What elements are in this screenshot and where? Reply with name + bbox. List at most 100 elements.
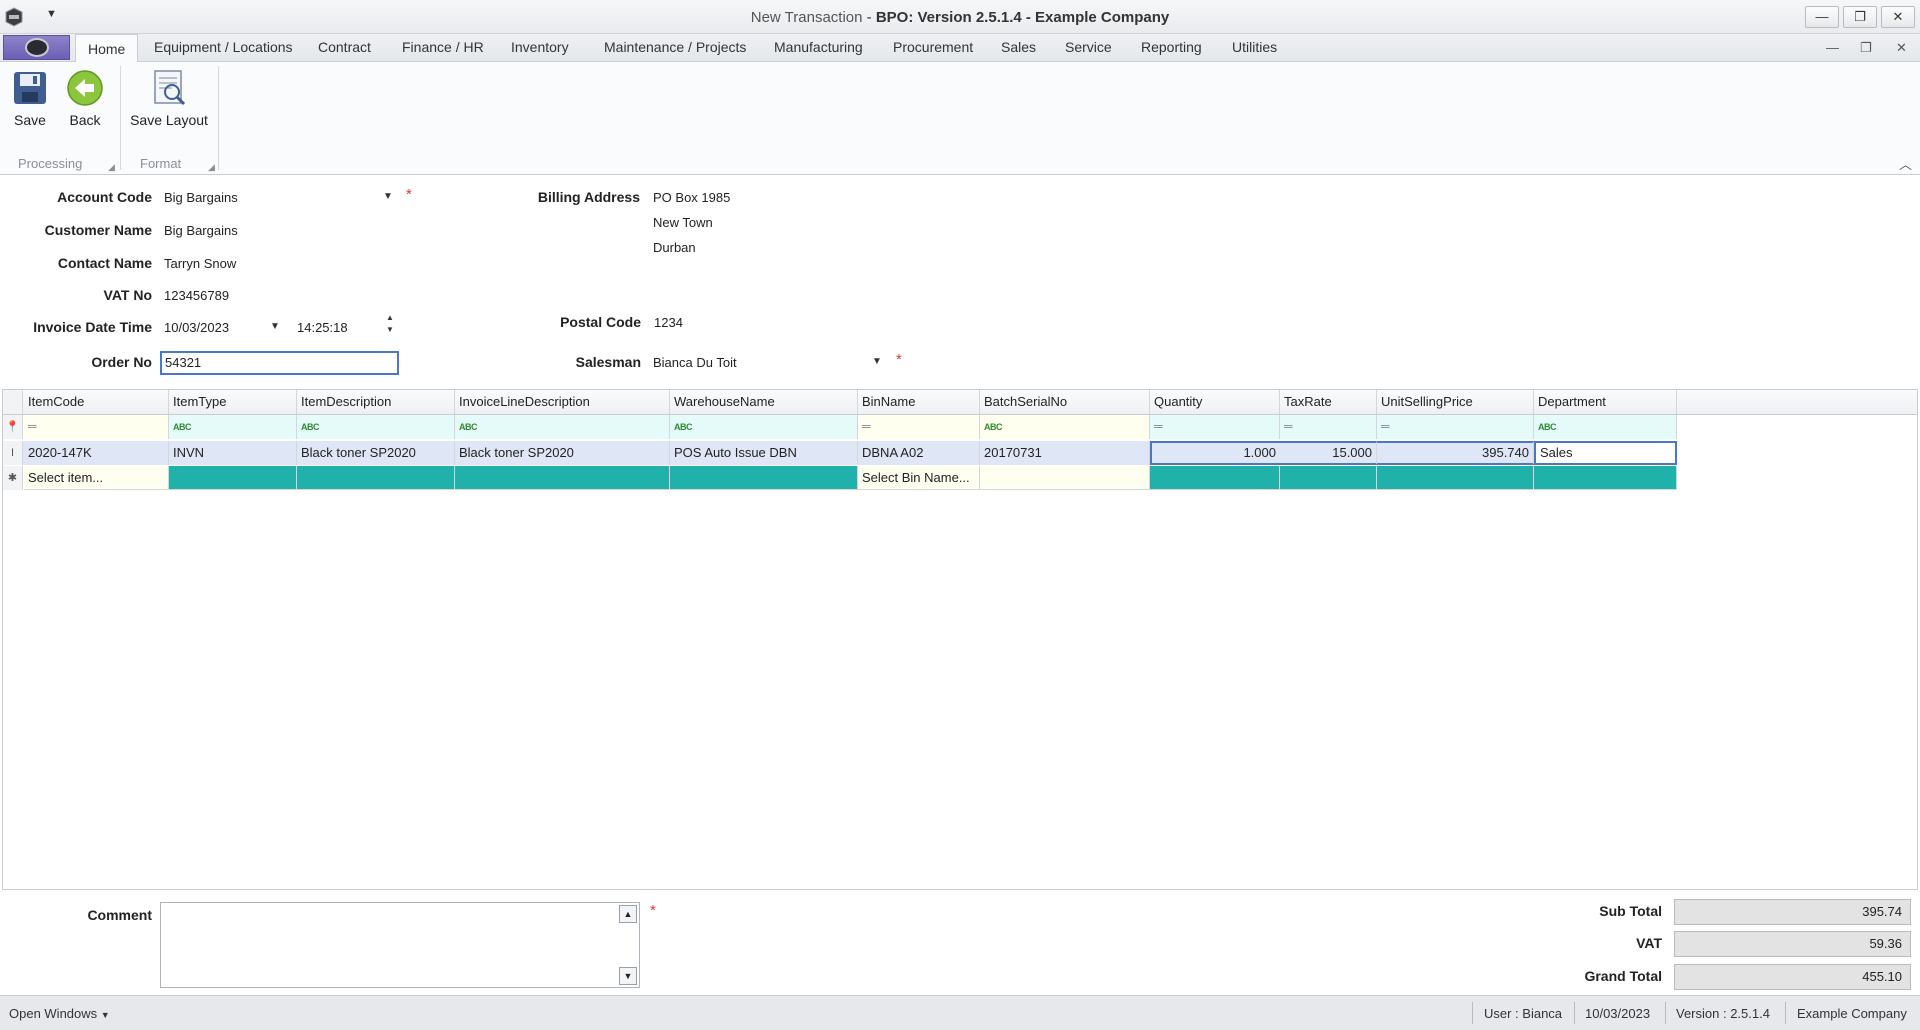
new-row-cell[interactable]: [169, 466, 297, 490]
cell-itemtype[interactable]: INVN: [169, 441, 297, 465]
open-windows-menu[interactable]: Open Windows ▼: [9, 1006, 110, 1021]
filter-cell[interactable]: ═: [1150, 415, 1280, 439]
filter-cell[interactable]: ═: [24, 415, 169, 439]
cell-itemdescription[interactable]: Black toner SP2020: [297, 441, 455, 465]
new-row-cell[interactable]: [980, 466, 1150, 490]
transaction-header-form: Account Code Big Bargains ▼ * Customer N…: [0, 176, 1920, 386]
table-row[interactable]: I 2020-147K INVN Black toner SP2020 Blac…: [3, 441, 1677, 465]
order-no-input[interactable]: 54321: [160, 351, 399, 375]
account-code-dropdown-icon[interactable]: ▼: [379, 187, 397, 207]
mdi-close-icon[interactable]: ✕: [1896, 40, 1907, 56]
tab-contract[interactable]: Contract: [318, 39, 371, 55]
cell-warehousename[interactable]: POS Auto Issue DBN: [670, 441, 858, 465]
sub-total-label: Sub Total: [1599, 903, 1662, 919]
new-item-row[interactable]: ✱ Select item... Select Bin Name...: [3, 466, 1677, 490]
column-header-binname[interactable]: BinName: [858, 390, 980, 414]
column-header-batchserialno[interactable]: BatchSerialNo: [980, 390, 1150, 414]
filter-cell[interactable]: ═: [1377, 415, 1534, 439]
invoice-lines-grid: ItemCode ItemType ItemDescription Invoic…: [2, 389, 1918, 890]
customer-name-value: Big Bargains: [164, 223, 238, 238]
open-windows-label: Open Windows: [9, 1006, 98, 1021]
column-header-itemtype[interactable]: ItemType: [169, 390, 297, 414]
mdi-minimize-icon[interactable]: —: [1826, 40, 1839, 55]
tab-reporting[interactable]: Reporting: [1141, 39, 1202, 55]
tab-sales[interactable]: Sales: [1001, 39, 1036, 55]
mdi-restore-icon[interactable]: ❐: [1860, 40, 1872, 56]
tab-equipment-locations[interactable]: Equipment / Locations: [154, 39, 293, 55]
billing-address-line2: New Town: [653, 215, 713, 230]
column-header-warehousename[interactable]: WarehouseName: [670, 390, 858, 414]
scroll-up-icon[interactable]: ▲: [619, 905, 637, 923]
ribbon-collapse-icon[interactable]: ︿: [1899, 154, 1912, 173]
new-row-cell[interactable]: [1280, 466, 1377, 490]
time-spin-up-icon[interactable]: ▲: [381, 312, 399, 324]
column-header-itemdescription[interactable]: ItemDescription: [297, 390, 455, 414]
filter-cell[interactable]: ═: [1280, 415, 1377, 439]
filter-cell[interactable]: ABC: [297, 415, 455, 439]
status-company: Example Company: [1797, 1006, 1907, 1021]
save-button[interactable]: Save: [10, 68, 50, 128]
processing-launcher-icon[interactable]: ◢: [108, 162, 115, 173]
column-header-department[interactable]: Department: [1534, 390, 1677, 414]
select-item-cell[interactable]: Select item...: [24, 466, 169, 490]
new-row-cell[interactable]: [1377, 466, 1534, 490]
new-row-cell[interactable]: [1150, 466, 1280, 490]
cell-binname[interactable]: DBNA A02: [858, 441, 980, 465]
new-row-cell[interactable]: [297, 466, 455, 490]
close-button[interactable]: ✕: [1881, 6, 1915, 28]
cell-department-editor[interactable]: Sales: [1534, 441, 1677, 465]
invoice-time-value[interactable]: 14:25:18: [297, 320, 348, 335]
minimize-button[interactable]: —: [1805, 6, 1839, 28]
filter-cell[interactable]: ABC: [169, 415, 297, 439]
column-header-itemcode[interactable]: ItemCode: [24, 390, 169, 414]
filter-cell[interactable]: ABC: [455, 415, 670, 439]
salesman-dropdown-icon[interactable]: ▼: [868, 352, 886, 372]
cell-taxrate[interactable]: 15.000: [1280, 441, 1377, 465]
salesman-label: Salesman: [575, 354, 641, 370]
totals-section: Comment ▲ ▼ * Sub Total 395.74 VAT 59.36…: [0, 890, 1920, 994]
filter-cell[interactable]: ABC: [980, 415, 1150, 439]
filter-cell[interactable]: ═: [858, 415, 980, 439]
tab-utilities[interactable]: Utilities: [1232, 39, 1277, 55]
column-header-taxrate[interactable]: TaxRate: [1280, 390, 1377, 414]
filter-cell[interactable]: ABC: [1534, 415, 1677, 439]
account-code-value[interactable]: Big Bargains: [164, 190, 238, 205]
tab-finance-hr[interactable]: Finance / HR: [402, 39, 484, 55]
invoice-date-dropdown-icon[interactable]: ▼: [266, 317, 284, 337]
comment-label: Comment: [87, 907, 152, 923]
comment-textarea[interactable]: ▲ ▼: [160, 902, 640, 988]
filter-cell[interactable]: ABC: [670, 415, 858, 439]
back-button[interactable]: Back: [65, 68, 105, 128]
cell-itemcode[interactable]: 2020-147K: [24, 441, 169, 465]
tab-manufacturing[interactable]: Manufacturing: [774, 39, 863, 55]
title-main: BPO: Version 2.5.1.4 - Example Company: [875, 9, 1170, 26]
scroll-down-icon[interactable]: ▼: [619, 967, 637, 985]
title-prefix: New Transaction: [750, 9, 863, 26]
new-row-cell[interactable]: [670, 466, 858, 490]
save-layout-button[interactable]: Save Layout: [128, 68, 210, 128]
new-row-cell[interactable]: [455, 466, 670, 490]
salesman-value[interactable]: Bianca Du Toit: [653, 355, 737, 370]
select-bin-cell[interactable]: Select Bin Name...: [858, 466, 980, 490]
new-row-cell[interactable]: [1534, 466, 1677, 490]
status-version: Version : 2.5.1.4: [1676, 1006, 1770, 1021]
time-spin-down-icon[interactable]: ▼: [381, 324, 399, 336]
column-header-unitsellingprice[interactable]: UnitSellingPrice: [1377, 390, 1534, 414]
tab-service[interactable]: Service: [1065, 39, 1112, 55]
tab-home[interactable]: Home: [75, 34, 139, 63]
invoice-date-value[interactable]: 10/03/2023: [164, 320, 229, 335]
cell-quantity[interactable]: 1.000: [1150, 441, 1280, 465]
column-header-quantity[interactable]: Quantity: [1150, 390, 1280, 414]
tab-inventory[interactable]: Inventory: [511, 39, 569, 55]
format-launcher-icon[interactable]: ◢: [208, 162, 215, 173]
cell-invoicelinedescription[interactable]: Black toner SP2020: [455, 441, 670, 465]
tab-maintenance-projects[interactable]: Maintenance / Projects: [604, 39, 746, 55]
cell-unitsellingprice[interactable]: 395.740: [1377, 441, 1534, 465]
tab-procurement[interactable]: Procurement: [893, 39, 973, 55]
restore-button[interactable]: ❐: [1843, 6, 1877, 28]
save-layout-icon: [154, 70, 186, 106]
application-menu-button[interactable]: [3, 35, 70, 60]
column-header-invoicelinedescription[interactable]: InvoiceLineDescription: [455, 390, 670, 414]
cell-batchserialno[interactable]: 20170731: [980, 441, 1150, 465]
contact-name-label: Contact Name: [57, 255, 152, 271]
